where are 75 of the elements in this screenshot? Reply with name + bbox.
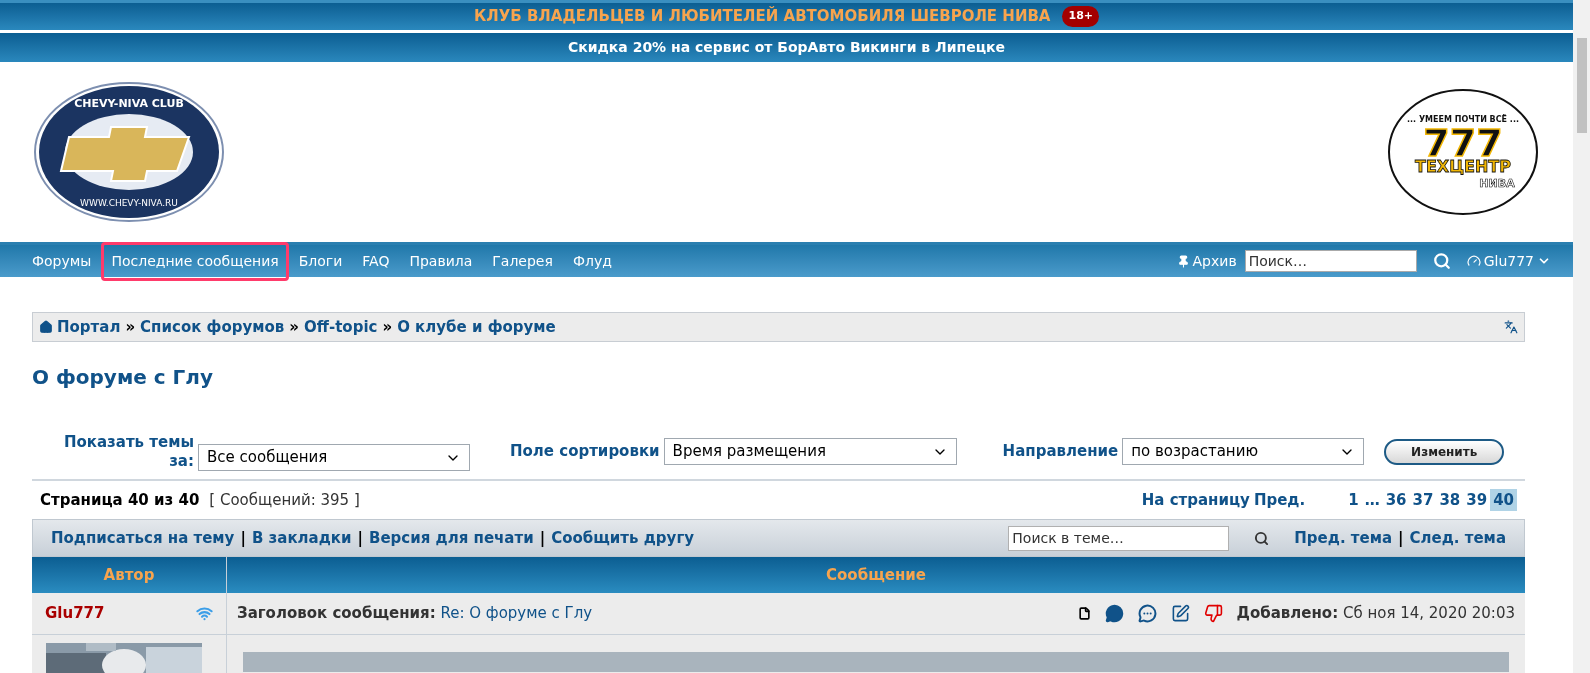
topic-action-link[interactable]: Подписаться на тему — [51, 526, 235, 550]
breadcrumb-link[interactable]: Список форумов — [140, 315, 285, 339]
banner-title: КЛУБ ВЛАДЕЛЬЦЕВ И ЛЮБИТЕЛЕЙ АВТОМОБИЛЯ ШЕВРОЛЕ НИВА — [474, 5, 1051, 28]
logo-text: НИВА — [1479, 177, 1515, 190]
edit-icon[interactable] — [1170, 604, 1190, 623]
nav-link[interactable]: FAQ — [352, 241, 400, 281]
topic-nav-link[interactable]: След. тема — [1409, 526, 1506, 550]
breadcrumb-separator: » — [288, 316, 301, 338]
filter-select[interactable]: Все сообщения — [198, 444, 470, 471]
submit-button[interactable]: Изменить — [1384, 438, 1505, 465]
comment-icon[interactable] — [1104, 604, 1124, 623]
promo-text[interactable]: Скидка 20% на сервис от БорАвто Викинги в Липецке — [567, 36, 1006, 58]
separator: | — [538, 527, 547, 549]
breadcrumb-separator: » — [124, 316, 137, 338]
post-subject: Заголовок сообщения: Re: О форуме с Глу — [237, 603, 593, 625]
breadcrumb-separator: » — [381, 316, 394, 338]
nav-link[interactable]: Галерея — [482, 241, 563, 281]
file-icon[interactable] — [1077, 607, 1091, 620]
post-subject-link[interactable]: Re: О форуме с Глу — [440, 604, 593, 623]
search-icon[interactable] — [1432, 252, 1451, 270]
nav-link[interactable]: Форумы — [22, 241, 102, 281]
filter-label: Показать темы за: — [62, 432, 194, 471]
club-logo[interactable]: CHEVY-NIVA CLUB WWW.CHEVY-NIVA.RU — [34, 82, 224, 222]
page-link[interactable]: … — [1361, 488, 1383, 512]
separator: | — [239, 527, 247, 549]
page-info: Страница 40 из 40 — [40, 489, 200, 511]
author-link[interactable]: Glu777 — [45, 602, 105, 625]
user-menu[interactable]: Glu777 — [1466, 250, 1551, 272]
breadcrumb-link[interactable]: О клубе и форуме — [397, 315, 556, 339]
page-link[interactable]: 37 — [1409, 488, 1437, 512]
online-icon — [196, 605, 213, 622]
search-icon[interactable] — [1254, 530, 1270, 546]
post-date: Добавлено: Сб ноя 14, 2020 20:03 — [1236, 603, 1515, 625]
filter-select[interactable]: Время размещения — [663, 438, 957, 465]
search-field[interactable]: Поиск… — [1244, 250, 1417, 272]
topic-action-link[interactable]: Версия для печати — [368, 526, 534, 550]
nav-link[interactable]: Правила — [399, 241, 483, 281]
topic-search-field[interactable]: Поиск в теме… — [1008, 525, 1230, 551]
filter-label: Поле сортировки — [510, 442, 660, 461]
pagination-label: На страницу — [1141, 489, 1250, 511]
separator: | — [1397, 527, 1405, 549]
page-link[interactable]: 1 — [1345, 488, 1362, 512]
page-link[interactable]: 36 — [1382, 488, 1410, 512]
scrollbar[interactable] — [1573, 0, 1590, 673]
breadcrumb-link[interactable]: Off-topic — [304, 315, 378, 339]
page-link[interactable]: 40 — [1490, 488, 1517, 512]
filter-label: Направление — [1002, 442, 1119, 461]
nav-link[interactable]: Флуд — [562, 241, 622, 281]
topic-title[interactable]: О форуме с Глу — [32, 362, 1525, 392]
filter-select[interactable]: по возрастанию — [1122, 438, 1365, 465]
archive-link[interactable]: Архив — [1176, 250, 1237, 272]
logo-text: WWW.CHEVY-NIVA.RU — [80, 198, 178, 208]
topic-nav-link[interactable]: Пред. тема — [1294, 526, 1393, 550]
topic-action-link[interactable]: В закладки — [251, 526, 352, 550]
topic-action-link[interactable]: Сообщить другу — [551, 526, 694, 550]
pin-icon — [1176, 254, 1190, 268]
column-header: Сообщение — [227, 557, 1525, 593]
comments-icon[interactable] — [1137, 604, 1157, 623]
gauge-icon — [1466, 254, 1481, 268]
page-link[interactable]: 38 — [1436, 488, 1464, 512]
logo-text: ... УМЕЕМ ПОЧТИ ВСЁ ... — [1407, 115, 1519, 124]
logo-text: CHEVY-NIVA CLUB — [74, 97, 184, 110]
home-icon — [39, 320, 53, 334]
scrollbar-thumb[interactable] — [1576, 38, 1587, 133]
breadcrumb-link[interactable]: Портал — [57, 315, 121, 339]
thumbs-down-icon[interactable] — [1203, 604, 1223, 623]
age-badge: 18+ — [1062, 6, 1099, 27]
nav-link[interactable]: Последние сообщения — [101, 241, 289, 281]
column-header: Автор — [32, 557, 227, 593]
separator: | — [356, 527, 364, 549]
prev-page-link[interactable]: Пред. — [1253, 488, 1306, 512]
post-count: [ Сообщений: 395 ] — [209, 489, 360, 511]
nav-link[interactable]: Блоги — [288, 241, 353, 281]
translate-icon[interactable] — [1504, 320, 1518, 334]
page-link[interactable]: 39 — [1463, 488, 1491, 512]
